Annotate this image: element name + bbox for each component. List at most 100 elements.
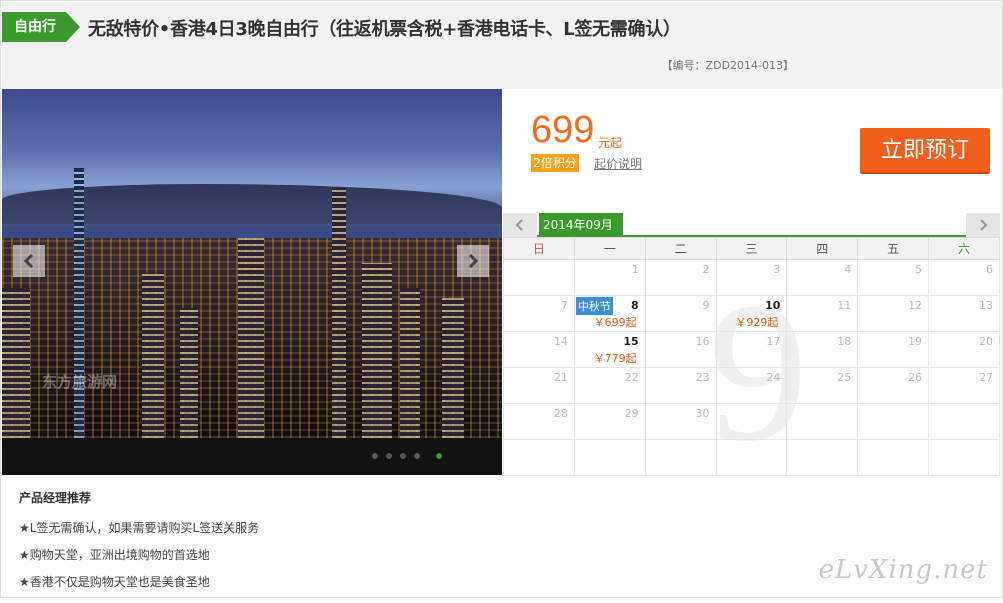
calendar-day: 28 [503,403,575,440]
gallery-next-button[interactable] [457,245,489,277]
calendar-day: 25 [786,367,859,404]
day-number: 13 [979,299,993,312]
chevron-left-icon [515,219,523,231]
day-price: ￥699起 [593,316,637,329]
calendar-day [644,439,717,476]
price-note-link[interactable]: 起价说明 [594,155,642,172]
points-badge: 2倍积分 [531,154,579,172]
day-price: ￥929起 [735,316,779,329]
day-number: 26 [908,371,923,384]
header: 自由行 无敌特价•香港4日3晚自由行（往返机票含税+香港电话卡、L签无需确认） … [2,2,1002,89]
gallery-dot[interactable] [386,453,392,459]
day-number: 19 [908,335,923,348]
weekday-header: 日 [503,237,575,260]
day-number: 20 [979,335,993,348]
gallery-prev-button[interactable] [13,245,45,277]
calendar-day: 23 [644,367,717,404]
calendar-day: 20 [928,331,1000,368]
chevron-left-icon [23,253,34,269]
calendar-day: 18 [786,331,859,368]
calendar-day: 14 [503,331,575,368]
site-logo: eLvXing.net [818,555,988,585]
day-number: 25 [837,371,852,384]
page-frame: 自由行 无敌特价•香港4日3晚自由行（往返机票含税+香港电话卡、L签无需确认） … [0,0,1003,598]
calendar-day: 4 [786,259,859,296]
calendar-day: 1 [573,259,646,296]
day-number: 15 [623,335,639,348]
weekday-header: 二 [644,237,717,260]
calendar-day: 30 [644,403,717,440]
gallery-dot[interactable] [414,453,420,459]
calendar-day [928,439,1000,476]
day-number: 3 [773,263,781,276]
recommendation-item: ★L签无需确认，如果需要请购买L签送关服务 [19,521,260,535]
chevron-right-icon [980,219,988,231]
day-number: 30 [695,407,710,420]
calendar-day: 22 [573,367,646,404]
recommendation-item: ★香港不仅是购物天堂也是美食圣地 [19,575,210,589]
recommendation: 产品经理推荐 ★L签无需确认，如果需要请购买L签送关服务 ★购物天堂，亚洲出境购… [19,489,719,600]
calendar-day: 24 [715,367,788,404]
photo-watermark: 东方旅游网 [42,373,118,391]
gallery-dot[interactable] [372,453,378,459]
price-panel: 699 元起 2倍积分 起价说明 立即预订 [503,89,1002,213]
calendar-day [573,439,646,476]
calendar-nav: 2014年09月 [503,213,1000,237]
calendar-day[interactable]: 15 ￥779起 [573,331,646,368]
calendar-day [715,403,788,440]
day-number: 2 [702,263,710,276]
calendar-day: 29 [573,403,646,440]
calendar-day[interactable]: 8 中秋节 ￥699起 [573,295,646,332]
recommendation-title: 产品经理推荐 [19,491,92,505]
day-number: 21 [553,371,568,384]
calendar-day: 3 [715,259,788,296]
calendar-day [715,439,788,476]
calendar-day: 16 [644,331,717,368]
calendar-day: 17 [715,331,788,368]
calendar-day [857,439,930,476]
day-number: 10 [765,299,781,312]
calendar-day: 27 [928,367,1000,404]
page-title: 无敌特价•香港4日3晚自由行（往返机票含税+香港电话卡、L签无需确认） [88,19,681,40]
gallery-dot-active[interactable] [436,453,442,459]
day-number: 1 [631,263,639,276]
weekday-header: 五 [857,237,930,260]
calendar-day [928,403,1000,440]
day-number: 9 [702,299,710,312]
day-number: 22 [624,371,639,384]
day-number: 24 [766,371,781,384]
gallery-dot[interactable] [400,453,406,459]
day-number: 23 [695,371,710,384]
photo-gallery: 东方旅游网 [2,89,502,475]
calendar-grid: 日一二三四五六 1 2 3 4 5 6 7 8 中秋节 ￥699起 9 10 ￥929起 11 12 13 14… [503,237,1000,476]
calendar-day [786,403,859,440]
day-number: 14 [553,335,568,348]
book-now-button[interactable]: 立即预订 [860,128,990,174]
day-number: 28 [553,407,568,420]
calendar-next-button[interactable] [966,213,1000,237]
calendar-day [503,259,575,296]
gallery-photo: 东方旅游网 [2,89,502,438]
day-number: 6 [986,263,993,276]
calendar-day: 19 [857,331,930,368]
calendar-day: 7 [503,295,575,332]
category-badge: 自由行 [2,12,80,42]
day-number: 27 [979,371,993,384]
day-number: 11 [837,299,852,312]
calendar-day[interactable]: 10 ￥929起 [715,295,788,332]
calendar-day [503,439,575,476]
calendar-day: 9 [644,295,717,332]
weekday-header: 一 [573,237,646,260]
calendar-day: 5 [857,259,930,296]
product-code: 【编号：ZDD2014-013】 [661,59,794,72]
price-calendar: 2014年09月 9 日一二三四五六 1 2 3 4 5 6 7 8 中秋节 ￥699起 9 10 ￥9… [503,213,1000,476]
calendar-prev-button[interactable] [503,213,537,237]
calendar-day: 26 [857,367,930,404]
holiday-tag: 中秋节 [575,297,613,315]
day-price: ￥779起 [593,352,637,365]
calendar-day [786,439,859,476]
chevron-right-icon [468,253,479,269]
weekday-header: 三 [715,237,788,260]
day-number: 4 [844,263,852,276]
weekday-header: 六 [928,237,1000,260]
